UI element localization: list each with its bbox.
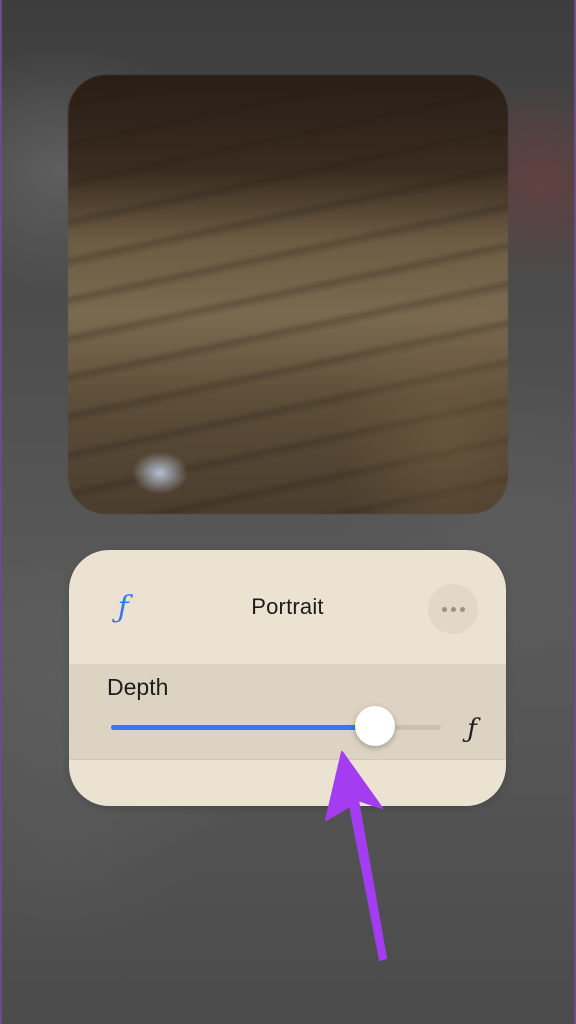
depth-control: Depth ƒ	[69, 664, 506, 760]
screen: ƒ Portrait Depth ƒ	[0, 0, 576, 1024]
depth-label: Depth	[107, 674, 169, 700]
portrait-controls-panel: ƒ Portrait Depth ƒ	[69, 550, 506, 806]
panel-header: ƒ Portrait	[69, 550, 506, 664]
more-ellipsis-icon	[441, 606, 447, 612]
depth-slider-fill	[111, 725, 375, 730]
more-ellipsis-icon	[450, 606, 456, 612]
more-ellipsis-icon	[459, 606, 465, 612]
aperture-f-icon: ƒ	[467, 714, 477, 744]
more-options-button[interactable]	[428, 584, 478, 634]
depth-slider-thumb[interactable]	[355, 706, 395, 746]
photo-preview[interactable]	[68, 75, 508, 514]
